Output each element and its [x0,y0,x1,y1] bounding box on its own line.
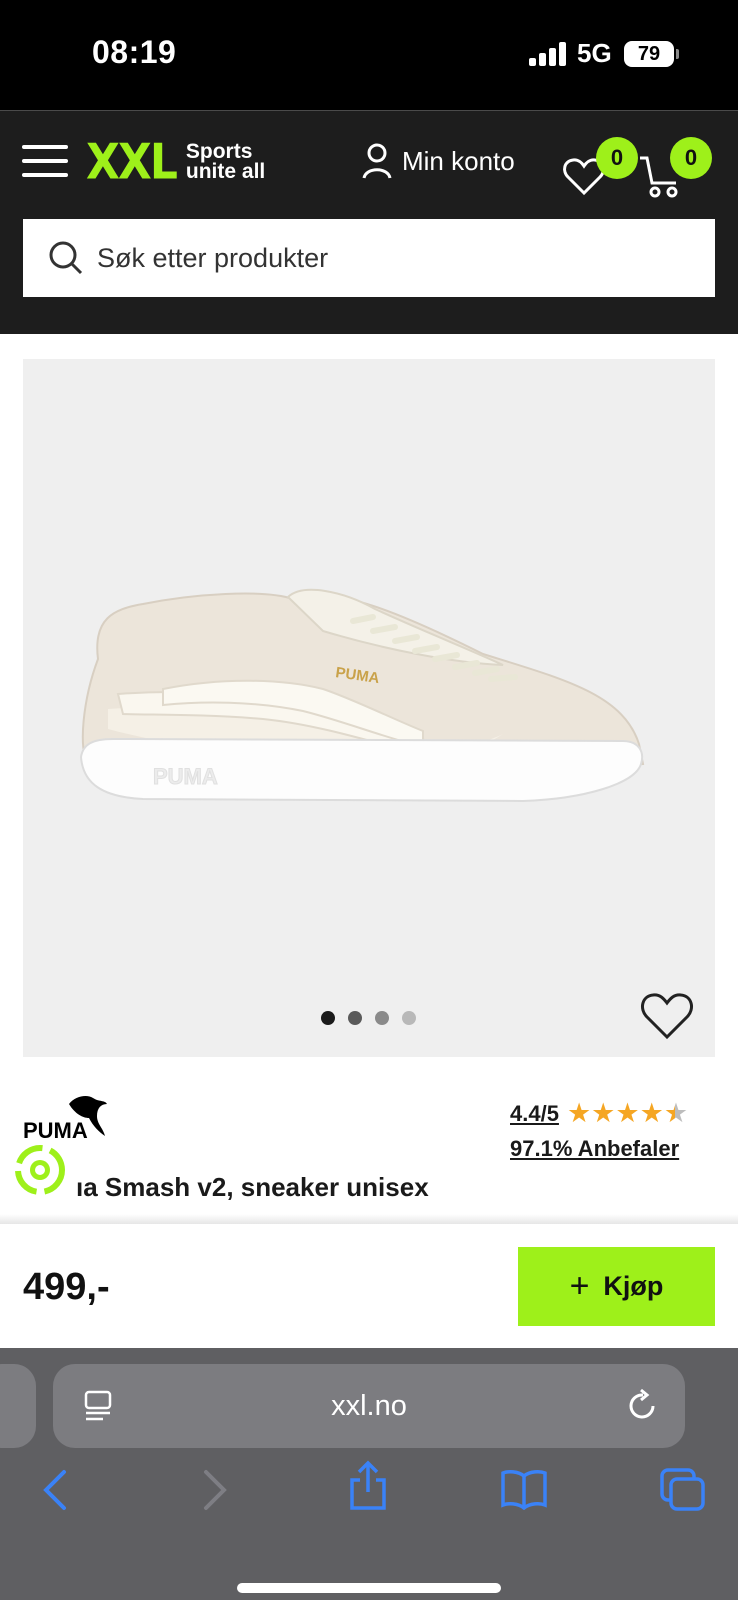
star-icon: ★ [639,1098,664,1128]
reader-mode-icon[interactable] [83,1390,113,1422]
rating-stars: ★ ★ ★ ★ ★ [567,1100,688,1127]
reload-icon[interactable] [627,1388,659,1422]
account-link[interactable]: Min konto [362,143,515,179]
plus-icon: + [569,1267,590,1305]
product-image: PUMA PUMA [79,588,645,803]
previous-tab-preview[interactable] [0,1364,36,1448]
product-price: 499,- [23,1266,110,1308]
home-indicator[interactable] [237,1583,501,1593]
logo-tagline: Sports unite all [185,140,266,183]
site-logo[interactable]: XXL Sports unite all [86,133,266,190]
half-star-icon: ★ [663,1098,689,1128]
svg-text:PUMA: PUMA [23,1118,88,1140]
url-text: xxl.no [331,1389,407,1422]
signal-icon [529,42,567,66]
search-icon [49,241,83,275]
browser-toolbar [0,1460,738,1540]
logo-mark: XXL [86,133,178,191]
status-bar: 08:19 5G 79 [0,0,738,110]
favorite-heart-icon[interactable] [639,991,695,1041]
search-input[interactable] [97,242,657,274]
network-type: 5G [577,38,612,68]
rating-score[interactable]: 4.4/5 [510,1101,559,1127]
menu-icon[interactable] [22,145,68,177]
product-page: PUMA PUMA PUMA 4.4/5 ★ ★ ★ ★ ★ 97.1% Anb… [0,334,738,1224]
product-rating[interactable]: 4.4/5 ★ ★ ★ ★ ★ [510,1100,688,1127]
logo-tagline-line1: Sports [185,140,253,163]
pagination-dot-2[interactable] [348,1011,362,1025]
recommend-percentage[interactable]: 97.1% Anbefaler [510,1136,679,1162]
pagination-dot-4[interactable] [402,1011,416,1025]
back-icon[interactable] [40,1468,70,1512]
forward-icon[interactable] [200,1468,230,1512]
search-bar[interactable] [23,219,715,297]
tabs-icon[interactable] [660,1468,706,1512]
floating-badge-icon[interactable] [12,1142,68,1198]
divider [0,1214,738,1224]
star-icon: ★ [615,1098,640,1128]
logo-tagline-line2: unite all [185,160,266,183]
browser-chrome: xxl.no [0,1348,738,1600]
product-image-gallery[interactable]: PUMA PUMA [23,359,715,1057]
share-icon[interactable] [348,1460,388,1512]
pagination-dot-3[interactable] [375,1011,389,1025]
wishlist-count-badge: 0 [596,137,638,179]
product-title: ıa Smash v2, sneaker unisex [76,1172,429,1202]
user-icon [362,143,392,179]
svg-text:PUMA: PUMA [153,764,218,789]
buy-button-label: Kjøp [603,1271,664,1301]
star-icon: ★ [566,1098,592,1128]
bookmarks-icon[interactable] [500,1468,548,1510]
site-header: XXL Sports unite all Min konto 0 0 [0,110,738,334]
puma-brand-logo[interactable]: PUMA [23,1094,111,1140]
account-label: Min konto [402,145,515,176]
buy-bar: 499,- + Kjøp [0,1224,738,1348]
cart-count-badge: 0 [670,137,712,179]
star-icon: ★ [591,1098,616,1128]
buy-button[interactable]: + Kjøp [518,1247,715,1326]
pagination-dot-1[interactable] [321,1011,335,1025]
address-bar[interactable]: xxl.no [53,1364,685,1448]
battery-icon: 79 [624,41,679,67]
status-time: 08:19 [92,34,177,70]
